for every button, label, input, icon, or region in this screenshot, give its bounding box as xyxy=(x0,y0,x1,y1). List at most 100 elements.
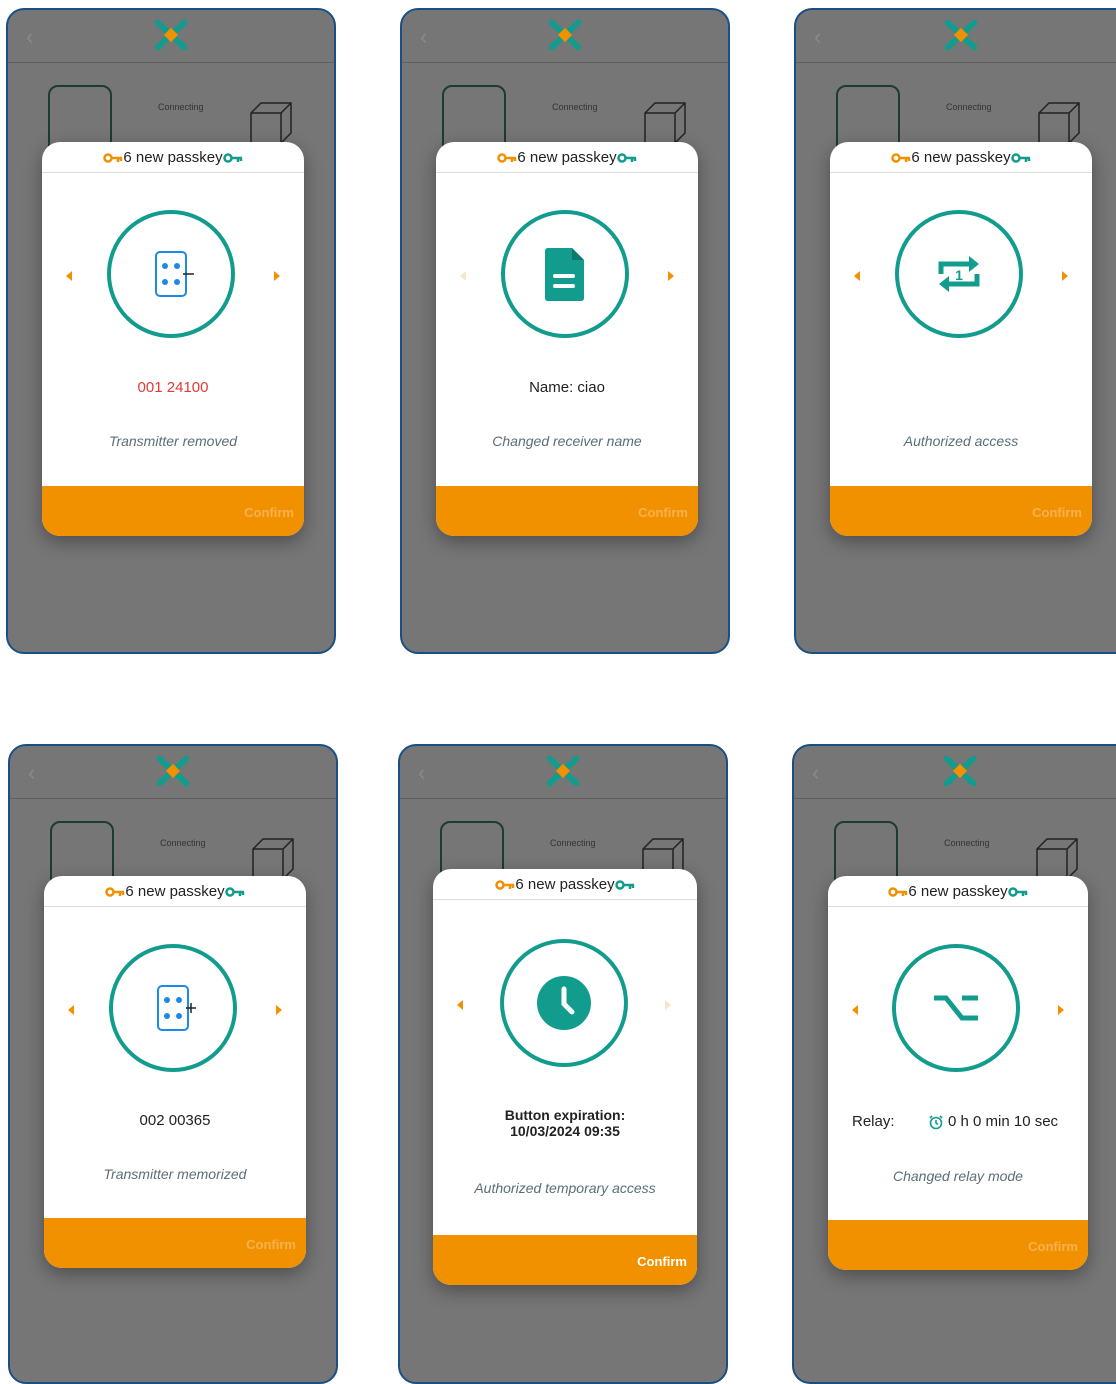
phone-screen-5: ‹ Connecting 6 new passkey Button expira… xyxy=(398,744,728,1384)
connecting-label: Connecting xyxy=(158,102,204,112)
repeat-one-icon: 1 xyxy=(938,256,980,292)
next-arrow[interactable] xyxy=(274,271,280,281)
connecting-label: Connecting xyxy=(160,838,206,848)
transmitter-code: 002 00365 xyxy=(139,1112,211,1129)
confirm-button[interactable]: Confirm xyxy=(1032,505,1082,520)
next-arrow[interactable] xyxy=(1062,271,1068,281)
modal-title-text: 6 new passkey xyxy=(517,149,617,166)
top-bar: ‹ xyxy=(402,10,728,63)
event-caption: Authorized access xyxy=(903,433,1019,449)
key-icon xyxy=(105,887,125,897)
confirm-button[interactable]: Confirm xyxy=(244,505,294,520)
back-arrow-icon[interactable]: ‹ xyxy=(420,24,427,50)
modal-title: 6 new passkey xyxy=(42,142,304,173)
connecting-label: Connecting xyxy=(946,102,992,112)
back-arrow-icon[interactable]: ‹ xyxy=(26,24,33,50)
connecting-label: Connecting xyxy=(550,838,596,848)
previous-arrow[interactable] xyxy=(457,1000,463,1010)
phone-screen-2: ‹ Connecting 6 new passkey Name: ciao Ch… xyxy=(400,8,730,654)
modal-title-text: 6 new passkey xyxy=(911,149,1011,166)
transmitter-add-icon xyxy=(157,985,196,1031)
event-icon-circle xyxy=(500,939,628,1067)
receiver-name: Name: ciao xyxy=(529,379,605,396)
modal-footer: Confirm xyxy=(44,1218,306,1268)
document-icon xyxy=(545,248,584,301)
back-arrow-icon[interactable]: ‹ xyxy=(28,760,35,786)
relay-switch-icon xyxy=(934,995,978,1021)
logo-icon xyxy=(155,20,187,50)
modal-title: 6 new passkey xyxy=(436,142,698,173)
svg-text:1: 1 xyxy=(955,267,963,283)
modal-footer: Confirm xyxy=(433,1235,697,1285)
modal-title: 6 new passkey xyxy=(44,876,306,907)
back-arrow-icon[interactable]: ‹ xyxy=(812,760,819,786)
key-icon xyxy=(616,153,636,163)
relay-duration: 0 h 0 min 10 sec xyxy=(948,1113,1059,1130)
key-icon xyxy=(222,153,242,163)
modal-title: 6 new passkey xyxy=(828,876,1088,907)
event-icon-circle: 1 xyxy=(895,210,1023,338)
modal-footer: Confirm xyxy=(828,1220,1088,1270)
confirm-button[interactable]: Confirm xyxy=(637,1254,687,1269)
button-expiration-value: 10/03/2024 09:35 xyxy=(510,1123,620,1139)
passkey-modal: 6 new passkey 001 24100 Transmitter remo… xyxy=(42,142,304,536)
event-caption: Authorized temporary access xyxy=(474,1180,656,1196)
passkey-modal: 6 new passkey Relay: 0 h 0 min 10 sec Ch… xyxy=(828,876,1088,1270)
top-bar: ‹ xyxy=(400,746,726,799)
passkey-modal: 6 new passkey 002 00365 Transmitter memo… xyxy=(44,876,306,1268)
bg-receiver-box-icon xyxy=(1038,102,1080,144)
connecting-label: Connecting xyxy=(552,102,598,112)
key-icon xyxy=(888,887,908,897)
modal-title: 6 new passkey xyxy=(830,142,1092,173)
logo-icon xyxy=(549,20,581,50)
key-icon xyxy=(103,153,123,163)
modal-title: 6 new passkey xyxy=(433,869,697,900)
passkey-modal: 6 new passkey 1 Authorized access Confir… xyxy=(830,142,1092,536)
phone-screen-1: ‹ Connecting 6 new passkey 001 24100 Tra… xyxy=(6,8,336,654)
top-bar: ‹ xyxy=(10,746,336,799)
logo-icon xyxy=(547,756,579,786)
back-arrow-icon[interactable]: ‹ xyxy=(814,24,821,50)
key-icon xyxy=(891,153,911,163)
phone-screen-3: ‹ Connecting 6 new passkey 1 Authorized … xyxy=(794,8,1116,654)
modal-footer: Confirm xyxy=(42,486,304,536)
previous-arrow[interactable] xyxy=(852,1005,858,1015)
top-bar: ‹ xyxy=(794,746,1116,799)
button-expiration-label: Button expiration: xyxy=(504,1107,626,1123)
bg-receiver-box-icon xyxy=(644,102,686,144)
previous-arrow[interactable] xyxy=(66,271,72,281)
key-icon xyxy=(614,880,634,890)
event-icon-circle xyxy=(107,210,235,338)
event-caption: Changed receiver name xyxy=(492,433,642,449)
passkey-modal: 6 new passkey Button expiration: 10/03/2… xyxy=(433,869,697,1285)
phone-screen-4: ‹ Connecting 6 new passkey 002 00365 Tra… xyxy=(8,744,338,1384)
modal-title-text: 6 new passkey xyxy=(125,883,225,900)
confirm-button[interactable]: Confirm xyxy=(638,505,688,520)
confirm-button[interactable]: Confirm xyxy=(1028,1239,1078,1254)
key-icon xyxy=(1010,153,1030,163)
modal-title-text: 6 new passkey xyxy=(908,883,1008,900)
back-arrow-icon[interactable]: ‹ xyxy=(418,760,425,786)
top-bar: ‹ xyxy=(796,10,1116,63)
key-icon xyxy=(224,887,244,897)
event-caption: Changed relay mode xyxy=(893,1168,1023,1184)
confirm-button[interactable]: Confirm xyxy=(246,1237,296,1252)
phone-screen-6: ‹ Connecting 6 new passkey Relay: 0 h 0 … xyxy=(792,744,1116,1384)
top-bar: ‹ xyxy=(8,10,334,63)
bg-receiver-box-icon xyxy=(250,102,292,144)
clock-icon xyxy=(537,976,591,1030)
previous-arrow[interactable] xyxy=(68,1005,74,1015)
next-arrow[interactable] xyxy=(276,1005,282,1015)
passkey-modal: 6 new passkey Name: ciao Changed receive… xyxy=(436,142,698,536)
transmitter-remove-icon xyxy=(155,251,194,297)
next-arrow[interactable] xyxy=(665,1000,671,1010)
previous-arrow[interactable] xyxy=(460,271,466,281)
event-icon-circle xyxy=(109,944,237,1072)
transmitter-code: 001 24100 xyxy=(137,379,209,396)
next-arrow[interactable] xyxy=(1058,1005,1064,1015)
next-arrow[interactable] xyxy=(668,271,674,281)
modal-title-text: 6 new passkey xyxy=(123,149,223,166)
logo-icon xyxy=(944,756,976,786)
previous-arrow[interactable] xyxy=(854,271,860,281)
key-icon xyxy=(495,880,515,890)
